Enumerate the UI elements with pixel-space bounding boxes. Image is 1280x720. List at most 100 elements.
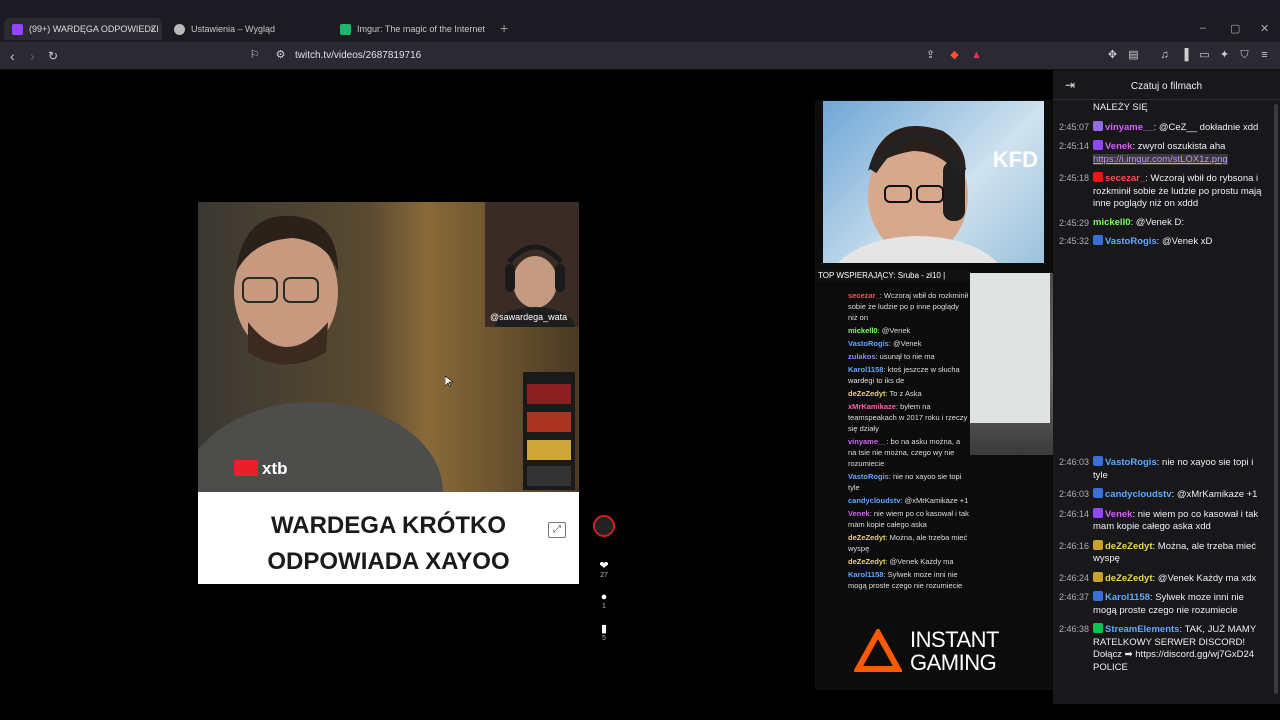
mini-chat-username: xMrKamikaze <box>848 402 896 411</box>
chat-message: 2:46:14 Venek: nie wiem po co kasował i t… <box>1059 507 1259 532</box>
chat-message: 2:46:16 deZeZedyt: Można, ale trzeba mieć… <box>1059 539 1257 564</box>
tab-label: Ustawienia – Wygląd <box>191 24 275 34</box>
chat-title: Czatuj o filmach <box>1130 81 1203 92</box>
video-side-actions: ❤ 27 ● 1 ▮ 5 <box>590 515 618 654</box>
chat-username[interactable]: VastoRogis <box>1105 457 1157 468</box>
mini-chat-message: deZeZedyt: @Venek Każdy ma <box>848 556 970 567</box>
share-icon[interactable]: ⇪ <box>924 49 937 62</box>
tab-imgur[interactable]: Imgur: The magic of the Internet <box>332 18 496 40</box>
chat-username[interactable]: vinyame__ <box>1105 122 1154 133</box>
like-count: 27 <box>600 572 608 579</box>
mini-chat-message: Karol1158: Sylwek moze inni nie mogą pro… <box>848 569 970 591</box>
reader-icon[interactable]: ▤ <box>1127 49 1140 62</box>
message-text: NALEŻY SIĘ <box>1093 102 1148 113</box>
rewards-icon[interactable]: ▲ <box>970 49 983 62</box>
chat-username[interactable]: VastoRogis <box>1105 236 1157 247</box>
chat-username[interactable]: Karol1158 <box>1105 592 1150 603</box>
heart-icon[interactable]: ❤ <box>590 559 618 572</box>
comment-icon[interactable]: ● <box>590 591 618 603</box>
mini-chat-username: Karol1158 <box>848 365 884 374</box>
tab-twitch[interactable]: (99+) WARDĘGA ODPOWIEDZI × <box>4 18 162 40</box>
chat-messages-bottom: 2:46:03 VastoRogis: nie no xayoo sie topi… <box>1053 456 1280 704</box>
address-bar[interactable]: twitch.tv/videos/2687819716 <box>295 50 421 61</box>
user-badge-icon[interactable] <box>1093 172 1103 182</box>
chat-username[interactable]: deZeZedyt <box>1105 573 1153 584</box>
maximize-icon[interactable]: ▢ <box>1230 22 1240 35</box>
mini-chat-username: Karol1158 <box>848 570 884 579</box>
user-badge-icon[interactable] <box>1093 456 1103 466</box>
message-text: zwyrol oszukista aha <box>1137 141 1226 152</box>
new-tab-button[interactable]: + <box>500 20 508 36</box>
chat-username[interactable]: deZeZedyt <box>1105 541 1153 552</box>
message-timestamp: 2:46:24 <box>1059 572 1090 583</box>
bookmark-icon[interactable]: ▮ <box>590 622 618 635</box>
site-info-icon[interactable]: ⚙ <box>274 49 287 62</box>
user-badge-icon[interactable] <box>1093 539 1103 550</box>
forward-icon[interactable]: › <box>30 48 35 64</box>
mini-chat-username: candycloudstv <box>848 496 901 505</box>
wallet-icon[interactable]: ▭ <box>1198 49 1211 62</box>
chat-scrollbar[interactable] <box>1272 104 1278 694</box>
chat-message: 2:45:32 VastoRogis: @Venek xD <box>1059 235 1213 247</box>
mouse-cursor-icon <box>445 376 453 387</box>
user-badge-icon[interactable] <box>1093 120 1103 131</box>
bookmark-icon[interactable]: ⚐ <box>248 49 261 62</box>
chat-username[interactable]: mickell0 <box>1093 217 1131 228</box>
comment-count: 1 <box>602 603 606 610</box>
menu-icon[interactable]: ≡ <box>1258 49 1271 62</box>
tab-settings[interactable]: Ustawienia – Wygląd <box>166 18 330 40</box>
user-badge-icon[interactable] <box>1093 235 1103 245</box>
minimize-icon[interactable]: – <box>1200 22 1206 34</box>
kfd-logo: KFD <box>992 147 1038 172</box>
user-badge-icon[interactable] <box>1093 571 1103 582</box>
message-text: @Venek Każdy ma xdx <box>1157 572 1257 584</box>
browser-tab-bar: (99+) WARDĘGA ODPOWIEDZI × Ustawienia – … <box>0 0 1280 42</box>
chat-username[interactable]: Venek <box>1105 509 1132 520</box>
window-close-icon[interactable]: ✕ <box>1260 22 1269 35</box>
facecam-overlay <box>485 202 579 347</box>
mini-chat-message: xMrKamikaze: byłem na teamspeakach w 201… <box>848 401 970 434</box>
message-timestamp: 2:45:32 <box>1059 236 1090 246</box>
user-badge-icon[interactable] <box>1093 488 1103 498</box>
back-icon[interactable]: ‹ <box>10 48 15 64</box>
brave-shield-icon[interactable]: ◆ <box>948 49 961 62</box>
stream-mini-chat: secezar_: Wczoraj wbił do rozkminił sobi… <box>848 290 970 610</box>
chat-username[interactable]: Venek <box>1105 141 1132 152</box>
reload-icon[interactable]: ↻ <box>48 49 58 63</box>
mini-chat-username: deZeZedyt <box>848 557 886 566</box>
ai-icon[interactable]: ✦ <box>1218 49 1231 62</box>
message-link[interactable]: https://i.imgur.com/stLOX1z.png <box>1093 153 1228 165</box>
expand-icon[interactable]: ⤢ <box>548 522 566 538</box>
extensions-icon[interactable]: ✥ <box>1106 49 1119 62</box>
channel-avatar[interactable] <box>590 515 618 537</box>
mini-chat-message: VastoRogis: @Venek <box>848 338 970 349</box>
message-timestamp: 2:45:18 <box>1059 173 1090 183</box>
music-icon[interactable]: ♫ <box>1158 49 1171 62</box>
mini-chat-message: mickell0: @Venek <box>848 325 970 336</box>
vpn-icon[interactable]: ⛉ <box>1238 49 1251 62</box>
mini-chat-message: zulakos: usunął to nie ma <box>848 351 970 362</box>
sidebar-icon[interactable]: ▐ <box>1178 49 1191 62</box>
mini-chat-username: vinyame__ <box>848 437 887 446</box>
chat-message: NALEŻY SIĘ <box>1053 102 1280 115</box>
message-text: @CeZ__ dokładnie xdd <box>1158 121 1259 133</box>
chat-username[interactable]: candycloudstv <box>1105 489 1172 500</box>
user-badge-icon[interactable] <box>1093 507 1103 518</box>
video-thumbnails-strip <box>523 372 575 490</box>
imgur-favicon-icon <box>340 23 351 35</box>
embedded-video[interactable]: @sawardega_wata xtb WARDEGA KRÓTKO ODPOW… <box>198 202 579 584</box>
close-tab-icon[interactable]: × <box>150 24 156 35</box>
mini-chat-username: Venek <box>848 509 870 518</box>
mini-chat-text: : @Venek Każdy ma <box>885 557 954 566</box>
caption-line-1: WARDEGA KRÓTKO <box>270 512 507 539</box>
chat-username[interactable]: secezar_ <box>1105 173 1145 184</box>
reactor-figure <box>495 244 575 347</box>
user-badge-icon[interactable] <box>1093 623 1103 633</box>
user-badge-icon[interactable] <box>1093 140 1103 150</box>
mini-chat-username: deZeZedyt <box>848 533 886 542</box>
user-badge-icon[interactable] <box>1093 591 1103 601</box>
chat-panel: ⇥ Czatuj o filmach NALEŻY SIĘ 2:45:07 viny… <box>1053 70 1280 704</box>
chat-message: 2:45:18 secezar_: Wczoraj wbił do rybsona… <box>1059 172 1262 209</box>
chat-username[interactable]: StreamElements <box>1105 624 1179 635</box>
mini-chat-username: zulakos <box>848 352 876 361</box>
